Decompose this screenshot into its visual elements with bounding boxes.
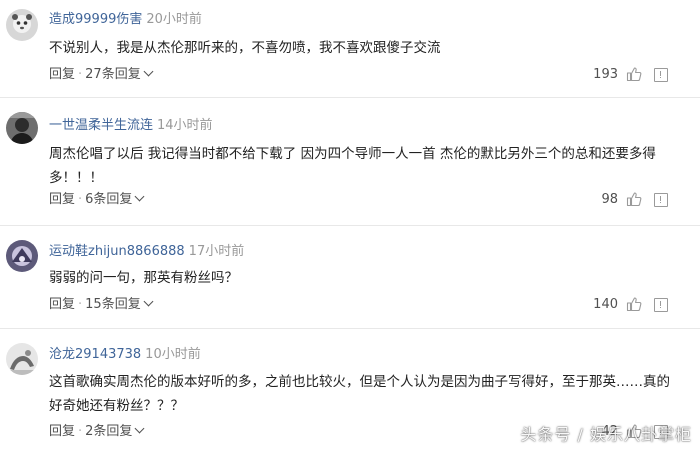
replies-toggle[interactable]: 15条回复 (85, 297, 141, 312)
thumb-up-icon[interactable] (626, 66, 642, 82)
comment-meta: 造成99999伤害 20小时前 (49, 11, 202, 29)
reply-button[interactable]: 回复 (49, 67, 75, 82)
reply-button[interactable]: 回复 (49, 297, 75, 312)
comment-text: 不说别人，我是从杰伦那听来的，不喜勿喷，我不喜欢跟傻子交流 (49, 40, 441, 56)
reply-button[interactable]: 回复 (49, 424, 75, 439)
avatar[interactable] (6, 343, 38, 375)
report-icon[interactable] (654, 193, 668, 207)
separator-dot: · (78, 424, 83, 439)
comment-actions: 回复 · 6条回复 (49, 191, 145, 209)
username[interactable]: 运动鞋zhijun8866888 (49, 244, 185, 259)
like-count: 193 (593, 67, 618, 82)
chevron-down-icon[interactable] (134, 191, 145, 202)
comment-actions: 回复 · 2条回复 (49, 423, 145, 441)
like-count: 140 (593, 297, 618, 312)
username[interactable]: 一世温柔半生流连 (49, 118, 153, 133)
separator-dot: · (78, 67, 83, 82)
divider (0, 97, 700, 98)
divider (0, 328, 700, 329)
username[interactable]: 造成99999伤害 (49, 12, 142, 27)
thumb-up-icon[interactable] (626, 191, 642, 207)
replies-toggle[interactable]: 2条回复 (85, 424, 132, 439)
comment-time: 17小时前 (188, 244, 245, 259)
comment-meta: 运动鞋zhijun8866888 17小时前 (49, 243, 244, 261)
comment-actions: 回复 · 27条回复 (49, 66, 154, 84)
watermark: 头条号 / 娱乐八卦掌柜 (520, 425, 692, 444)
chevron-down-icon[interactable] (143, 296, 154, 307)
comment-text: 这首歌确实周杰伦的版本好听的多，之前也比较火，但是个人认为是因为曲子写得好，至于… (49, 374, 670, 414)
avatar[interactable] (6, 240, 38, 272)
comment-time: 10小时前 (145, 347, 201, 362)
thumb-up-icon[interactable] (626, 296, 642, 312)
reply-button[interactable]: 回复 (49, 192, 75, 207)
divider (0, 225, 700, 226)
chevron-down-icon[interactable] (143, 66, 154, 77)
like-count: 98 (601, 192, 618, 207)
avatar[interactable] (6, 112, 38, 144)
comment-time: 14小时前 (157, 118, 213, 133)
separator-dot: · (78, 297, 83, 312)
comment-actions: 回复 · 15条回复 (49, 296, 154, 314)
comment-meta: 沧龙29143738 10小时前 (49, 346, 201, 364)
comment-text: 弱弱的问一句，那英有粉丝吗？ (49, 270, 238, 286)
comment-time: 20小时前 (146, 12, 202, 27)
comment-meta: 一世温柔半生流连 14小时前 (49, 117, 213, 135)
replies-toggle[interactable]: 6条回复 (85, 192, 132, 207)
report-icon[interactable] (654, 298, 668, 312)
comment-text: 周杰伦唱了以后 我记得当时都不给下载了 因为四个导师一人一首 杰伦的默比另外三个… (49, 146, 656, 186)
separator-dot: · (78, 192, 83, 207)
avatar[interactable] (6, 9, 38, 41)
report-icon[interactable] (654, 68, 668, 82)
chevron-down-icon[interactable] (134, 423, 145, 434)
username[interactable]: 沧龙29143738 (49, 347, 141, 362)
replies-toggle[interactable]: 27条回复 (85, 67, 141, 82)
